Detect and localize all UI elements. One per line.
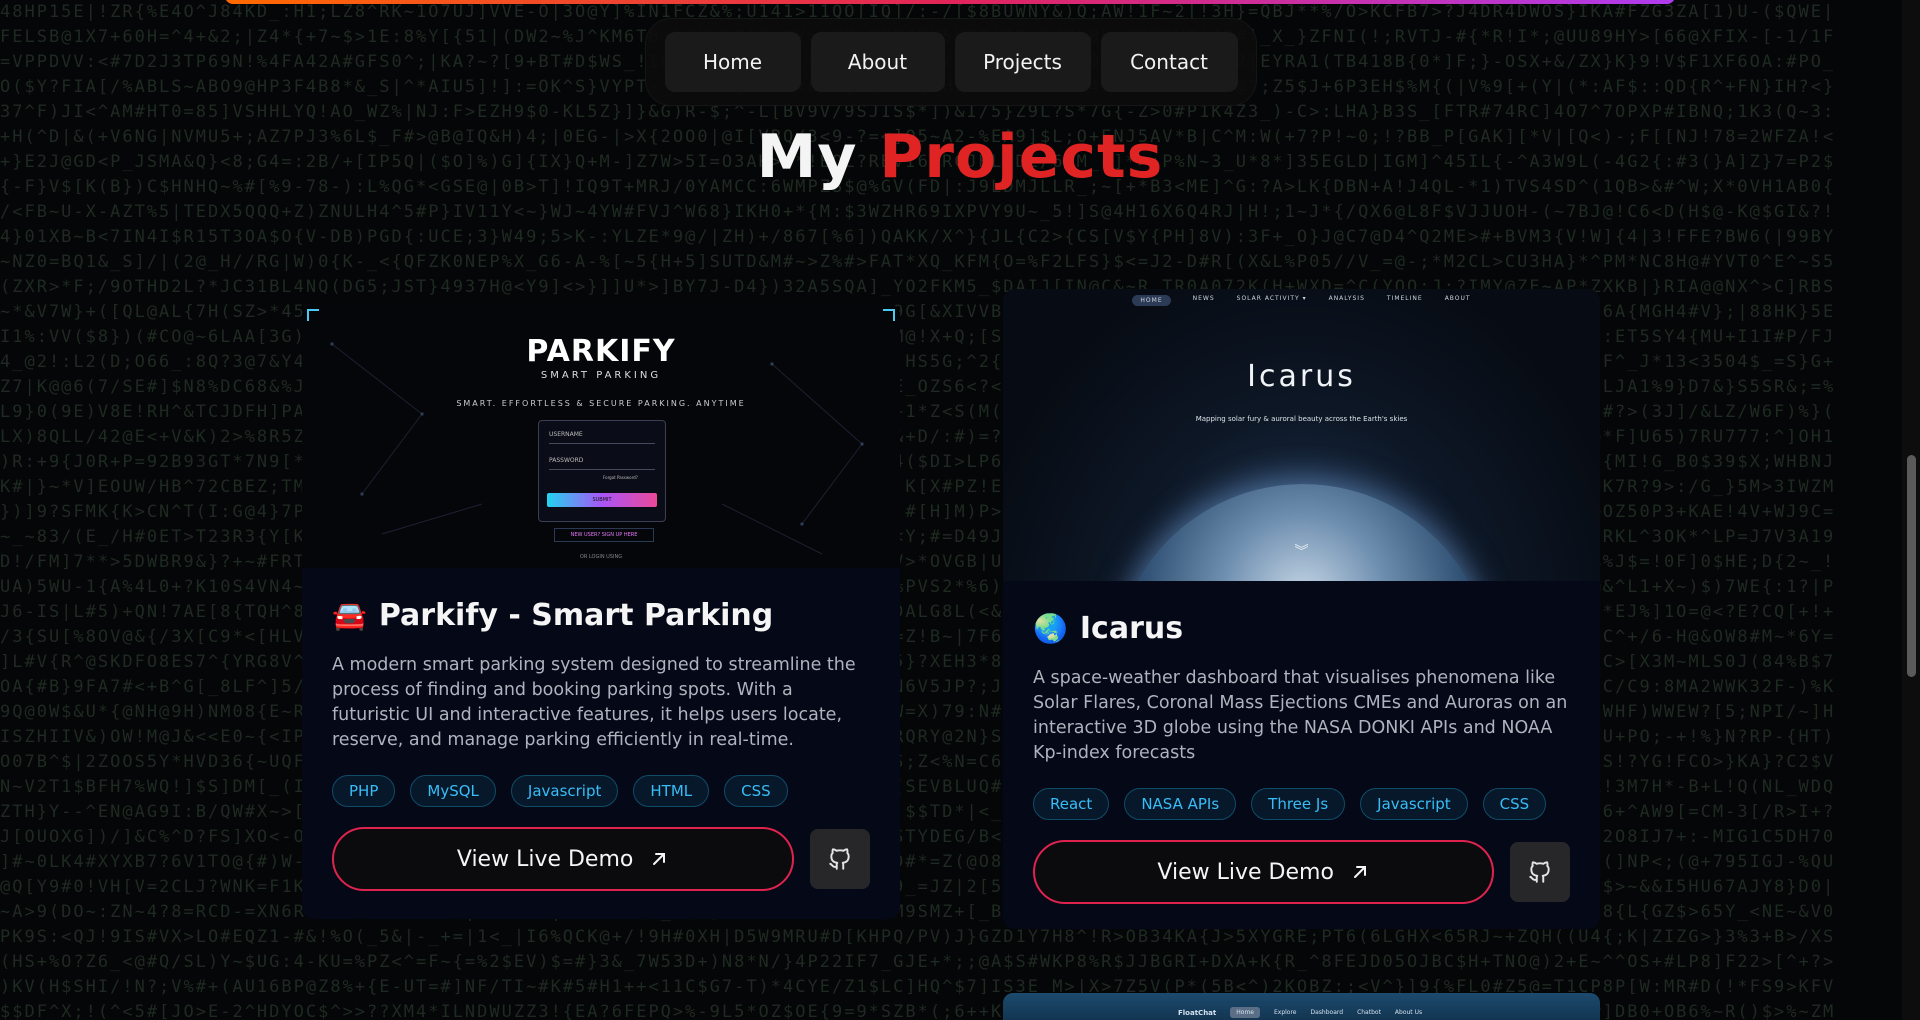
project-preview-image: HOME NEWS SOLAR ACTIVITY ▾ ANALYSIS TIME… [1003,289,1600,581]
demo-label: View Live Demo [1157,859,1334,885]
password-label: PASSWORD [549,457,584,464]
tech-tag: Three Js [1251,788,1346,820]
top-navigation: Home About Projects Contact [645,18,1257,106]
tech-tags: PHP MySQL Javascript HTML CSS [332,775,870,807]
nav-about-button[interactable]: About [810,32,945,92]
section-title: My Projects [0,122,1920,192]
github-icon [1529,861,1550,883]
tech-tag: NASA APIs [1124,788,1237,820]
view-live-demo-button[interactable]: View Live Demo [1033,840,1495,904]
github-icon [829,848,850,870]
project-card-parkify: PARKIFY SMART PARKING SMART. EFFORTLESS … [302,304,900,919]
section-title-white: My [756,122,858,192]
icarus-preview-subtitle: Mapping solar fury & auroral beauty acro… [1195,415,1408,423]
icarus-nav-item: TIMELINE [1386,295,1423,302]
demo-label: View Live Demo [456,846,634,872]
icarus-preview-title: Icarus [1247,359,1356,394]
frame-corner-icon [307,309,319,321]
tech-tag: PHP [332,775,396,807]
earth-globe-image [1113,484,1493,581]
icarus-nav-item: SOLAR ACTIVITY ▾ [1236,295,1307,302]
submit-button-preview: SUBMIT [547,493,657,507]
project-description: A modern smart parking system designed t… [332,655,856,750]
arrow-up-right-icon [653,853,666,865]
github-button[interactable] [1510,842,1570,902]
arrow-up-right-icon [1353,866,1366,878]
icarus-nav-item: ANALYSIS [1328,295,1365,302]
project-preview-image: PARKIFY SMART PARKING SMART. EFFORTLESS … [302,304,900,568]
floatchat-nav-item: Chatbot [1357,1009,1381,1016]
nav-contact-button[interactable]: Contact [1100,32,1238,92]
header-accent-bar [225,0,1675,4]
icarus-nav-item: HOME [1132,295,1171,306]
project-title: 🌏 Icarus [1033,611,1570,646]
floatchat-preview-nav: FloatChat Home Explore Dashboard Chatbot… [1178,1007,1422,1018]
icarus-nav-item: NEWS [1192,295,1215,302]
project-card-floatchat-peek: FloatChat Home Explore Dashboard Chatbot… [1003,993,1600,1020]
page-scrollbar[interactable] [1902,0,1920,1020]
project-card-icarus: HOME NEWS SOLAR ACTIVITY ▾ ANALYSIS TIME… [1003,289,1600,929]
tech-tag: CSS [724,775,788,807]
tech-tag: Javascript [510,775,619,807]
floatchat-nav-item: Dashboard [1310,1009,1344,1016]
view-live-demo-button[interactable]: View Live Demo [332,827,795,891]
floatchat-nav-item: Explore [1273,1009,1297,1016]
parkify-logo: PARKIFY [526,334,676,369]
globe-icon: 🌏 [1033,612,1068,645]
parkify-tagline: SMART. EFFORTLESS & SECURE PARKING. ANYT… [456,399,746,408]
parkify-subtitle: SMART PARKING [540,370,662,381]
username-label: USERNAME [549,431,583,438]
floatchat-brand: FloatChat [1178,1008,1217,1017]
divider [549,443,655,444]
project-title-text: Parkify - Smart Parking [378,598,774,633]
divider [549,469,655,470]
submit-label: SUBMIT [592,497,612,503]
project-title: 🚘 Parkify - Smart Parking [332,598,870,633]
project-actions: View Live Demo [332,827,870,891]
floatchat-nav-item: About Us [1394,1009,1423,1016]
section-title-red: Projects [879,122,1164,192]
forgot-password-link: Forgot Password? [603,475,638,480]
nav-projects-button[interactable]: Projects [954,32,1091,92]
frame-corner-icon [883,309,895,321]
icarus-nav-item: ABOUT [1444,295,1471,302]
tech-tags: React NASA APIs Three Js Javascript CSS [1033,788,1570,820]
tech-tag: MySQL [410,775,496,807]
github-button[interactable] [810,829,870,889]
parkify-login-form: USERNAME PASSWORD Forgot Password? SUBMI… [538,420,666,522]
scrollbar-thumb[interactable] [1907,455,1916,677]
project-title-text: Icarus [1079,611,1184,646]
tech-tag: React [1033,788,1110,820]
car-icon: 🚘 [332,599,367,632]
floatchat-nav-item: Home [1230,1007,1260,1018]
or-login-text: OR LOGIN USING [579,554,623,560]
tech-tag: HTML [633,775,710,807]
project-description: A space-weather dashboard that visualise… [1033,668,1568,763]
nav-home-button[interactable]: Home [664,32,801,92]
tech-tag: CSS [1482,788,1547,820]
tech-tag: Javascript [1360,788,1468,820]
signup-preview: NEW USER? SIGN UP HERE [554,528,654,542]
icarus-preview-nav: HOME NEWS SOLAR ACTIVITY ▾ ANALYSIS TIME… [1003,295,1600,306]
chevron-down-icon: ︾ [1294,544,1309,560]
project-actions: View Live Demo [1033,840,1570,904]
